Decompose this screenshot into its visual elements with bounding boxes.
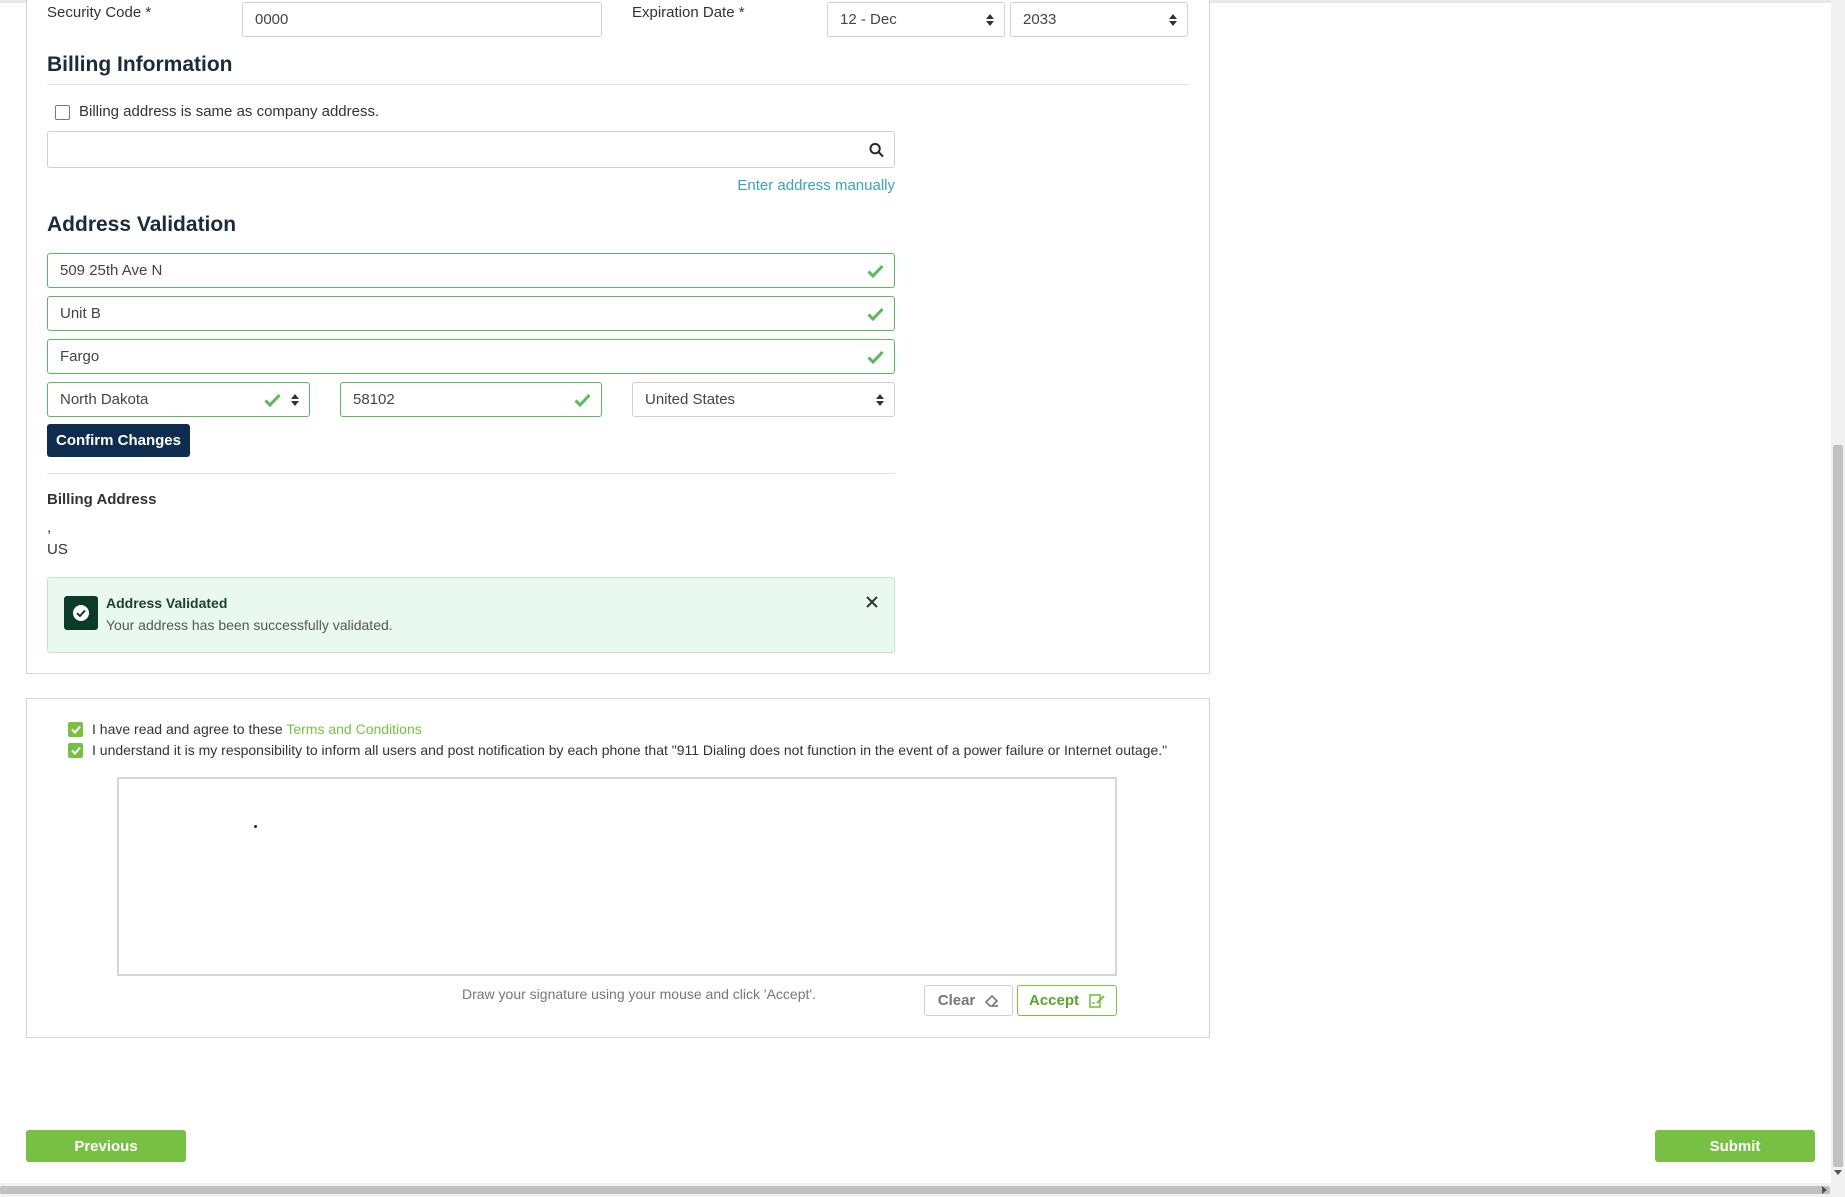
billing-address-line2: US xyxy=(47,541,68,558)
security-code-label: Security Code * xyxy=(47,4,152,21)
scroll-down-arrow-icon[interactable] xyxy=(1834,1170,1842,1175)
address-validation-heading: Address Validation xyxy=(47,213,237,236)
select-arrows-icon xyxy=(1169,13,1177,26)
zip-input[interactable]: 58102 xyxy=(340,382,602,417)
country-value: United States xyxy=(645,391,736,408)
previous-button[interactable]: Previous xyxy=(26,1130,186,1162)
horizontal-scrollbar-thumb[interactable] xyxy=(0,1186,1830,1194)
terms-link[interactable]: Terms and Conditions xyxy=(286,721,421,737)
billing-panel xyxy=(26,0,1210,674)
vertical-scrollbar[interactable] xyxy=(1831,0,1845,1183)
same-address-label: Billing address is same as company addre… xyxy=(79,103,380,120)
country-select[interactable]: United States xyxy=(632,382,895,417)
unit-value: Unit B xyxy=(60,305,101,322)
submit-button[interactable]: Submit xyxy=(1655,1130,1815,1162)
state-select[interactable]: North Dakota xyxy=(47,382,310,417)
vertical-scrollbar-thumb[interactable] xyxy=(1833,445,1843,1167)
security-code-input[interactable]: 0000 xyxy=(242,2,602,37)
expiration-date-label: Expiration Date * xyxy=(632,4,745,21)
horizontal-scrollbar[interactable] xyxy=(0,1183,1845,1197)
e911-label: I understand it is my responsibility to … xyxy=(92,742,1168,758)
eraser-icon xyxy=(985,994,999,1007)
divider xyxy=(47,473,895,474)
city-input[interactable]: Fargo xyxy=(47,339,895,374)
terms-prefix: I have read and agree to these xyxy=(92,721,287,737)
sign-document-icon xyxy=(1089,994,1105,1008)
signature-dot xyxy=(254,825,257,828)
same-address-checkbox[interactable] xyxy=(55,105,70,120)
exp-month-select[interactable]: 12 - Dec xyxy=(827,2,1005,37)
clear-signature-button[interactable]: Clear xyxy=(924,985,1013,1016)
search-icon[interactable] xyxy=(869,142,884,157)
address-search-input[interactable] xyxy=(47,131,895,168)
billing-address-title: Billing Address xyxy=(47,491,157,508)
billing-info-heading: Billing Information xyxy=(47,53,233,76)
billing-address-line1: , xyxy=(47,519,52,536)
valid-check-icon xyxy=(867,264,884,278)
terms-checkbox[interactable] xyxy=(68,722,83,737)
valid-check-icon xyxy=(867,350,884,364)
valid-check-icon xyxy=(867,307,884,321)
alert-title: Address Validated xyxy=(106,595,228,611)
checkmark-icon xyxy=(70,746,81,755)
checkmark-icon xyxy=(70,725,81,734)
zip-value: 58102 xyxy=(353,391,395,408)
close-icon[interactable] xyxy=(866,596,878,608)
select-arrows-icon xyxy=(986,13,994,26)
divider xyxy=(47,84,1189,85)
exp-year-select[interactable]: 2033 xyxy=(1010,2,1188,37)
select-arrows-icon xyxy=(876,393,884,406)
unit-input[interactable]: Unit B xyxy=(47,296,895,331)
street-value: 509 25th Ave N xyxy=(60,262,163,279)
signature-pad[interactable] xyxy=(117,777,1117,976)
signature-hint: Draw your signature using your mouse and… xyxy=(462,986,816,1002)
clear-label: Clear xyxy=(937,992,976,1009)
select-arrows-icon xyxy=(291,393,299,406)
terms-label: I have read and agree to these Terms and… xyxy=(92,721,422,737)
alert-message: Your address has been successfully valid… xyxy=(106,617,393,633)
valid-check-icon xyxy=(264,393,281,407)
street-input[interactable]: 509 25th Ave N xyxy=(47,253,895,288)
state-value: North Dakota xyxy=(60,391,149,408)
city-value: Fargo xyxy=(60,348,100,365)
accept-label: Accept xyxy=(1028,992,1080,1009)
accept-signature-button[interactable]: Accept xyxy=(1017,985,1117,1016)
address-validated-alert: Address Validated Your address has been … xyxy=(47,577,895,653)
success-check-icon xyxy=(64,596,98,630)
confirm-changes-button[interactable]: Confirm Changes xyxy=(47,424,190,457)
security-code-value: 0000 xyxy=(255,11,289,28)
e911-checkbox[interactable] xyxy=(68,743,83,758)
valid-check-icon xyxy=(574,393,591,407)
exp-month-value: 12 - Dec xyxy=(840,11,897,28)
enter-address-manually-link[interactable]: Enter address manually xyxy=(737,177,895,194)
scroll-right-arrow-icon[interactable] xyxy=(1822,1186,1827,1194)
exp-year-value: 2033 xyxy=(1023,11,1057,28)
